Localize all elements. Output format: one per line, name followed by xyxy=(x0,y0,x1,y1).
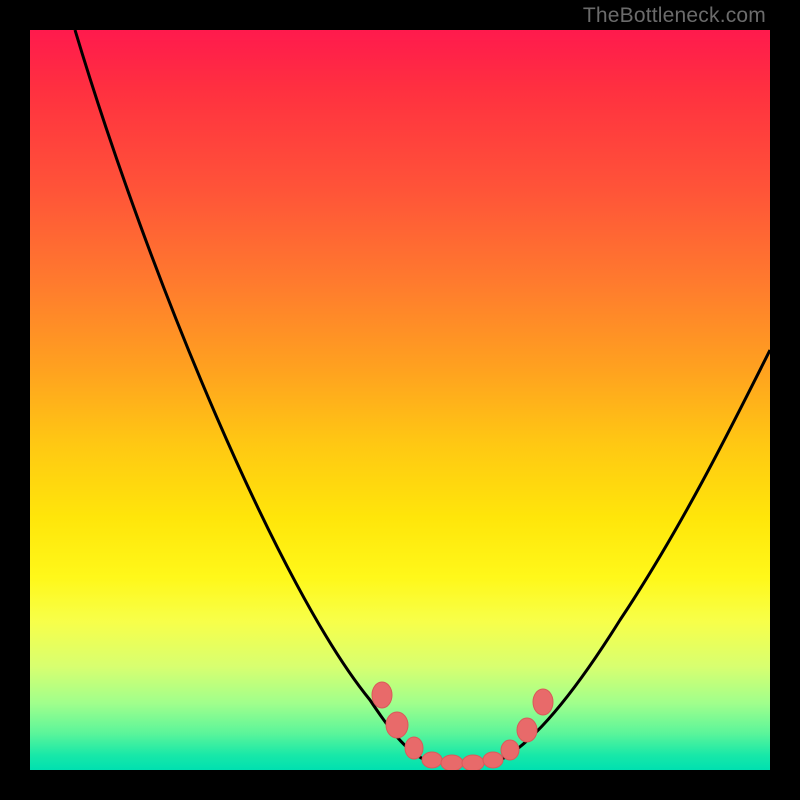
watermark-text: TheBottleneck.com xyxy=(583,4,766,28)
marker-bead xyxy=(405,737,423,759)
marker-bead xyxy=(533,689,553,715)
marker-bead xyxy=(386,712,408,738)
marker-bead xyxy=(462,755,484,770)
bottleneck-curve-svg xyxy=(30,30,770,770)
marker-bead xyxy=(441,755,463,770)
marker-bead xyxy=(501,740,519,760)
curve-left xyxy=(75,30,425,760)
marker-bead xyxy=(372,682,392,708)
marker-bead xyxy=(422,752,442,768)
marker-bead xyxy=(517,718,537,742)
marker-bead xyxy=(483,752,503,768)
chart-frame xyxy=(30,30,770,770)
